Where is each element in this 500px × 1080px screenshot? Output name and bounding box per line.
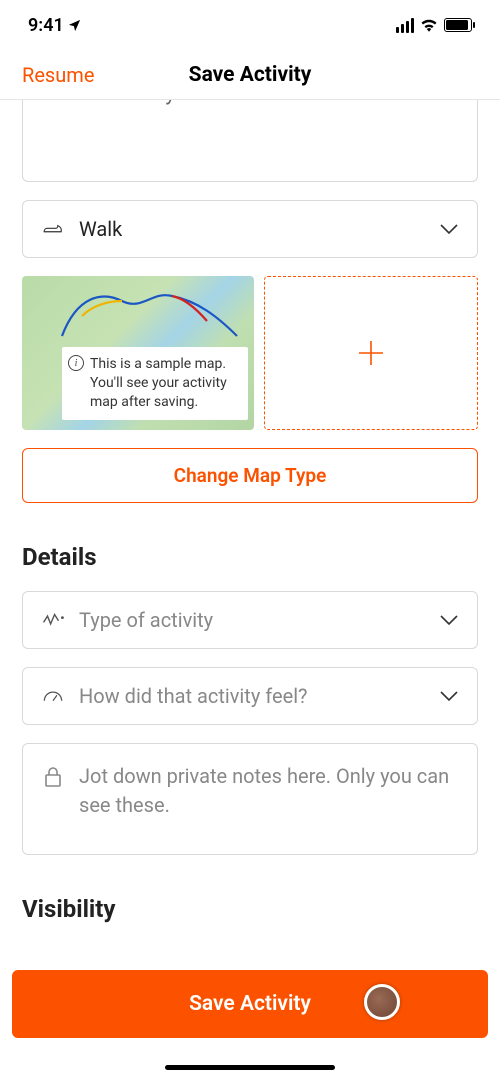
wifi-icon — [420, 18, 438, 32]
chevron-down-icon — [439, 223, 459, 235]
page-title: Save Activity — [189, 63, 312, 87]
activity-feel-select[interactable]: How did that activity feel? — [22, 667, 478, 725]
activity-line-icon — [41, 612, 65, 628]
home-indicator[interactable] — [165, 1065, 335, 1070]
status-indicators — [396, 18, 472, 33]
activity-feel-placeholder: How did that activity feel? — [79, 684, 425, 708]
description-field[interactable]: This went very well — [22, 100, 478, 182]
content-scroll[interactable]: This went very well Walk i This is a sam… — [0, 100, 500, 960]
map-tooltip-text: This is a sample map. You'll see your ac… — [90, 356, 227, 410]
type-of-activity-select[interactable]: Type of activity — [22, 591, 478, 649]
media-row: i This is a sample map. You'll see your … — [22, 276, 478, 430]
chevron-down-icon — [439, 614, 459, 626]
chevron-down-icon — [439, 690, 459, 702]
bottom-bar: Save Activity — [0, 960, 500, 1080]
add-photo-button[interactable] — [264, 276, 478, 430]
lock-icon — [41, 766, 65, 788]
save-activity-button[interactable]: Save Activity — [12, 970, 488, 1038]
status-time: 9:41 — [28, 15, 64, 36]
private-notes-input[interactable]: Jot down private notes here. Only you ca… — [22, 743, 478, 855]
map-thumbnail[interactable]: i This is a sample map. You'll see your … — [22, 276, 254, 430]
status-time-group: 9:41 — [28, 15, 82, 36]
visibility-heading: Visibility — [22, 895, 478, 923]
activity-type-select[interactable]: Walk — [22, 200, 478, 258]
battery-icon — [444, 18, 472, 32]
map-tooltip: i This is a sample map. You'll see your … — [62, 347, 248, 420]
description-text: This went very well — [41, 100, 459, 106]
activity-type-label: Walk — [79, 217, 425, 241]
type-of-activity-placeholder: Type of activity — [79, 608, 425, 632]
location-icon — [67, 18, 82, 33]
plus-icon — [356, 338, 386, 368]
nav-bar: Resume Save Activity — [0, 50, 500, 100]
save-activity-label: Save Activity — [189, 992, 311, 1016]
details-heading: Details — [22, 543, 478, 571]
status-bar: 9:41 — [0, 0, 500, 50]
walk-icon — [41, 221, 65, 237]
info-icon: i — [68, 355, 84, 371]
change-map-type-button[interactable]: Change Map Type — [22, 448, 478, 503]
cellular-icon — [396, 18, 414, 33]
gauge-icon — [41, 688, 65, 704]
resume-button[interactable]: Resume — [22, 63, 94, 87]
private-notes-placeholder: Jot down private notes here. Only you ca… — [79, 762, 459, 820]
change-map-type-label: Change Map Type — [174, 464, 327, 487]
touch-cursor — [364, 984, 400, 1020]
